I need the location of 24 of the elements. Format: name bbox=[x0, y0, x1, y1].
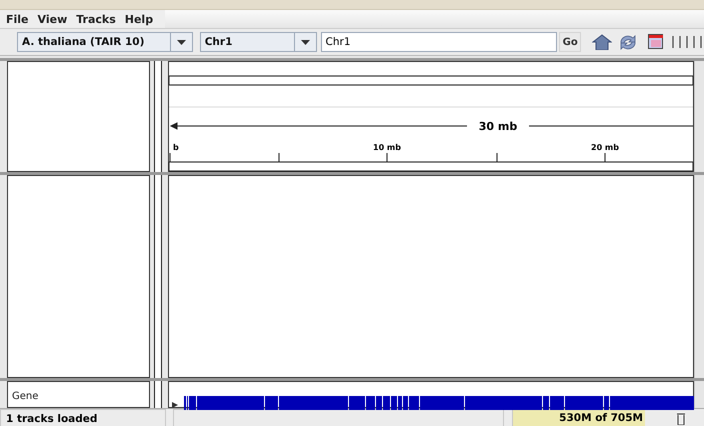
chromosome-dropdown[interactable]: Chr1 bbox=[200, 32, 317, 52]
trash-icon[interactable] bbox=[677, 413, 685, 425]
ruler-label: 10 mb bbox=[373, 143, 401, 152]
caret-icon bbox=[176, 40, 186, 44]
ruler-label: b bbox=[173, 143, 179, 152]
region-icon[interactable] bbox=[648, 34, 664, 50]
home-icon[interactable] bbox=[592, 34, 612, 50]
track-name[interactable]: Gene bbox=[12, 391, 38, 402]
locus-field[interactable]: Chr1 bbox=[320, 32, 558, 52]
go-button[interactable]: Go bbox=[559, 32, 582, 52]
menu-item[interactable]: Tracks bbox=[72, 10, 121, 28]
ruler-label: 20 mb bbox=[591, 143, 619, 152]
expand-arrow-icon[interactable] bbox=[172, 402, 178, 408]
ruler-span-label: 30 mb bbox=[478, 120, 518, 133]
menu-item[interactable]: File bbox=[2, 10, 34, 28]
refresh-icon[interactable] bbox=[618, 34, 638, 50]
attribute-panel bbox=[154, 381, 162, 408]
ruler-icon[interactable] bbox=[672, 36, 704, 48]
memory-indicator: 530M of 705M bbox=[512, 409, 645, 426]
status-message: 1 tracks loaded bbox=[0, 409, 166, 426]
genome-dropdown[interactable]: A. thaliana (TAIR 10) bbox=[17, 32, 193, 52]
menu-item[interactable]: Help bbox=[120, 10, 158, 28]
caret-icon bbox=[300, 40, 310, 44]
menu-item[interactable]: View bbox=[34, 10, 72, 28]
